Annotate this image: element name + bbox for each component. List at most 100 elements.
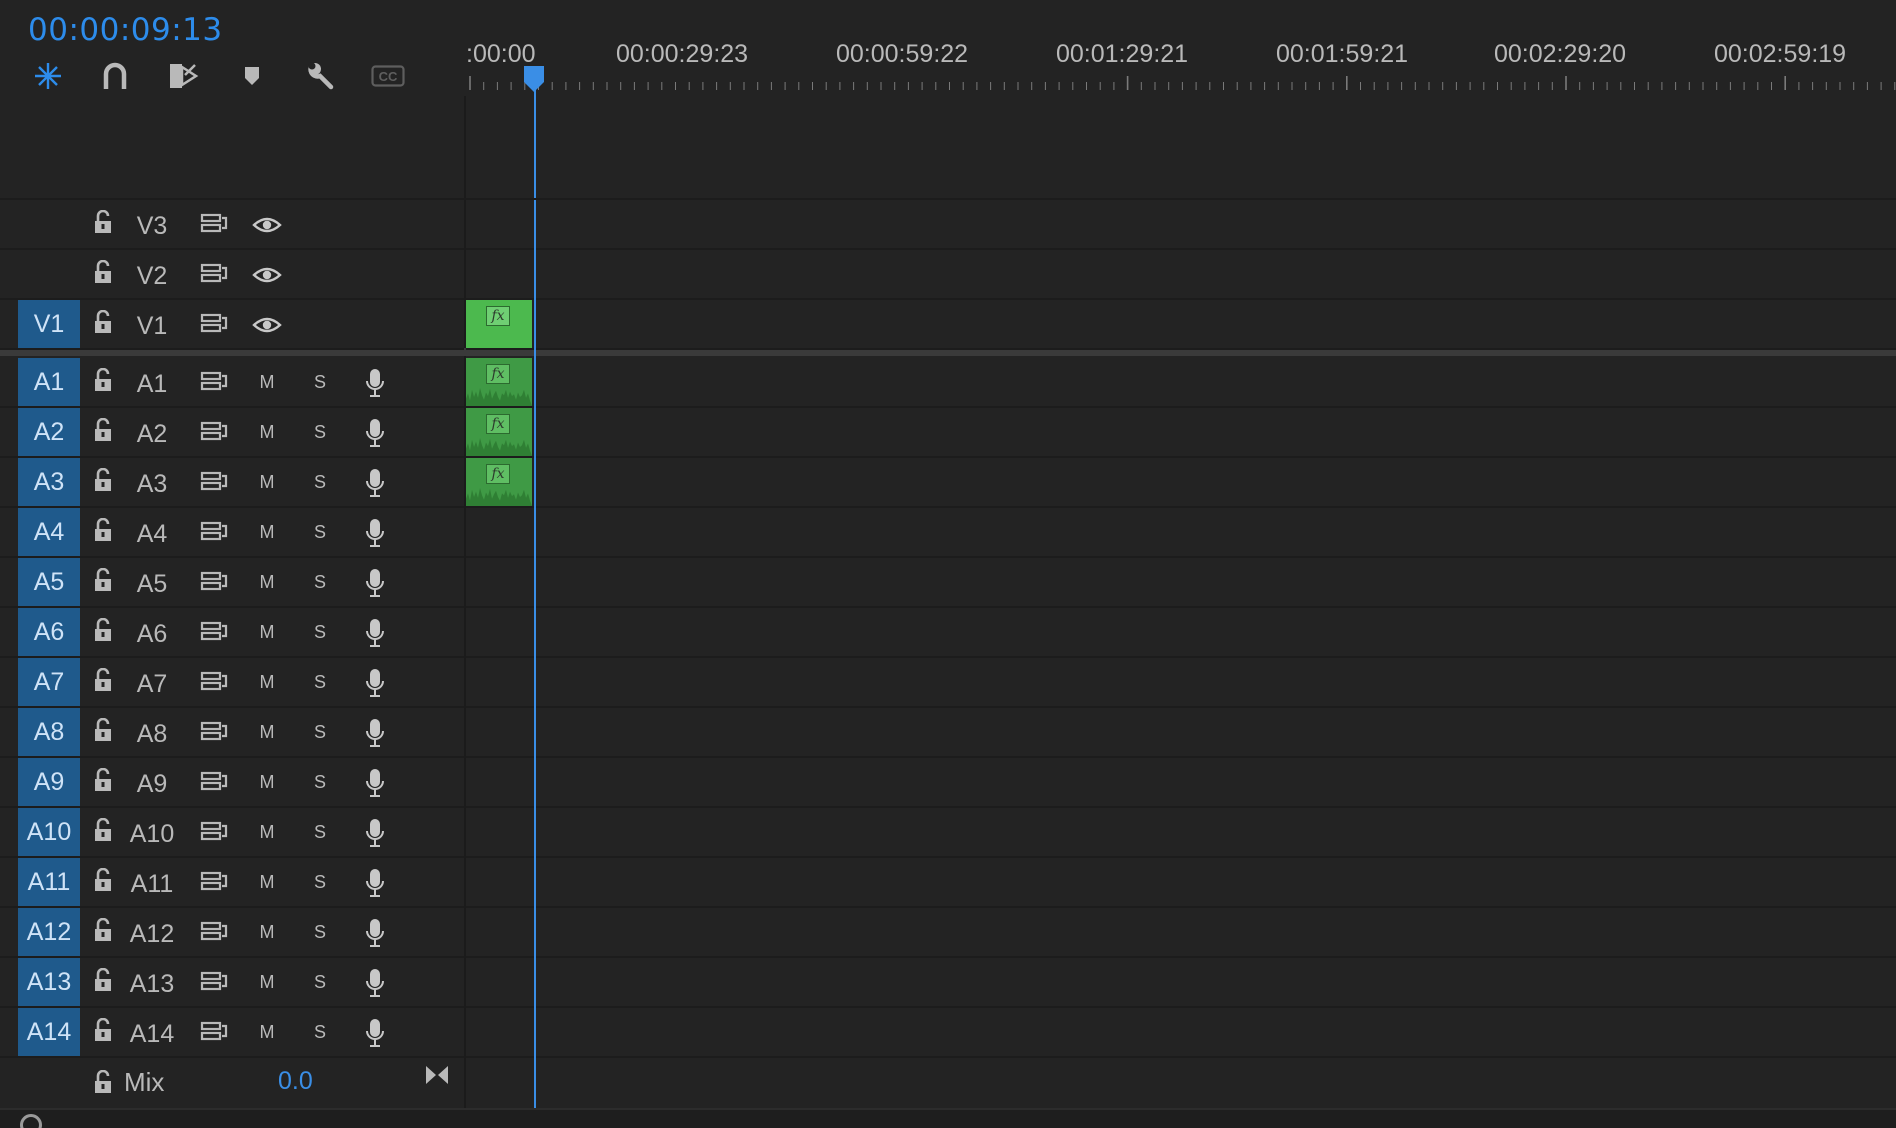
track-lane-a6[interactable]: [466, 608, 1896, 658]
microphone-icon[interactable]: [364, 418, 386, 448]
solo-button[interactable]: S: [308, 422, 332, 443]
solo-button[interactable]: S: [308, 472, 332, 493]
sync-lock-icon[interactable]: [200, 570, 228, 592]
microphone-icon[interactable]: [364, 968, 386, 998]
source-patch-a5[interactable]: A5: [18, 558, 80, 606]
sync-lock-icon[interactable]: [200, 820, 228, 842]
sync-lock-icon[interactable]: [200, 970, 228, 992]
microphone-icon[interactable]: [364, 568, 386, 598]
sync-lock-icon[interactable]: [200, 770, 228, 792]
mute-button[interactable]: M: [255, 672, 279, 693]
mute-button[interactable]: M: [255, 972, 279, 993]
source-patch-a12[interactable]: A12: [18, 908, 80, 956]
track-lane-a10[interactable]: [466, 808, 1896, 858]
mute-button[interactable]: M: [255, 722, 279, 743]
eye-icon[interactable]: [252, 215, 282, 235]
solo-button[interactable]: S: [308, 972, 332, 993]
mute-button[interactable]: M: [255, 572, 279, 593]
solo-button[interactable]: S: [308, 522, 332, 543]
sync-lock-icon[interactable]: [200, 720, 228, 742]
mix-volume-value[interactable]: 0.0: [278, 1067, 313, 1096]
snap-icon[interactable]: [95, 58, 135, 94]
lock-icon[interactable]: [92, 367, 114, 394]
source-patch-a8[interactable]: A8: [18, 708, 80, 756]
microphone-icon[interactable]: [364, 1018, 386, 1048]
lock-icon[interactable]: [92, 1017, 114, 1044]
lock-icon[interactable]: [92, 617, 114, 644]
sync-lock-icon[interactable]: [200, 1020, 228, 1042]
add-marker-icon[interactable]: [232, 58, 272, 94]
track-lane-v2[interactable]: [466, 250, 1896, 300]
playhead-handle[interactable]: [522, 64, 546, 94]
source-patch-a7[interactable]: A7: [18, 658, 80, 706]
source-patch-a2[interactable]: A2: [18, 408, 80, 456]
lock-icon[interactable]: [92, 467, 114, 494]
track-lane-a8[interactable]: [466, 708, 1896, 758]
lock-icon[interactable]: [92, 517, 114, 544]
zoom-scrollbar[interactable]: [0, 1108, 1896, 1128]
microphone-icon[interactable]: [364, 368, 386, 398]
panner-icon[interactable]: [424, 1064, 450, 1086]
microphone-icon[interactable]: [364, 668, 386, 698]
lock-icon[interactable]: [92, 209, 114, 236]
solo-button[interactable]: S: [308, 722, 332, 743]
source-patch-a9[interactable]: A9: [18, 758, 80, 806]
sync-lock-icon[interactable]: [200, 520, 228, 542]
source-patch-v1[interactable]: V1: [18, 300, 80, 348]
lock-icon[interactable]: [92, 767, 114, 794]
track-lane-a5[interactable]: [466, 558, 1896, 608]
sync-lock-icon[interactable]: [200, 870, 228, 892]
insert-overwrite-icon[interactable]: [28, 58, 68, 94]
audio-clip[interactable]: fx: [466, 458, 532, 506]
source-patch-a14[interactable]: A14: [18, 1008, 80, 1056]
mute-button[interactable]: M: [255, 422, 279, 443]
solo-button[interactable]: S: [308, 872, 332, 893]
source-patch-a4[interactable]: A4: [18, 508, 80, 556]
mute-button[interactable]: M: [255, 522, 279, 543]
lock-icon[interactable]: [92, 417, 114, 444]
lock-icon[interactable]: [92, 309, 114, 336]
track-lane-a12[interactable]: [466, 908, 1896, 958]
linked-selection-icon[interactable]: [164, 58, 204, 94]
track-lane-a14[interactable]: [466, 1008, 1896, 1058]
sync-lock-icon[interactable]: [200, 920, 228, 942]
playhead-timecode[interactable]: 00:00:09:13: [28, 12, 223, 48]
lock-icon[interactable]: [92, 1069, 114, 1096]
track-lane-a4[interactable]: [466, 508, 1896, 558]
time-ruler[interactable]: :00:00 00:00:29:23 00:00:59:22 00:01:29:…: [466, 0, 1896, 96]
track-lane-a7[interactable]: [466, 658, 1896, 708]
video-clip[interactable]: fx: [466, 300, 532, 348]
mute-button[interactable]: M: [255, 622, 279, 643]
microphone-icon[interactable]: [364, 618, 386, 648]
eye-icon[interactable]: [252, 265, 282, 285]
mute-button[interactable]: M: [255, 922, 279, 943]
sync-lock-icon[interactable]: [200, 370, 228, 392]
lock-icon[interactable]: [92, 867, 114, 894]
mute-button[interactable]: M: [255, 822, 279, 843]
microphone-icon[interactable]: [364, 918, 386, 948]
solo-button[interactable]: S: [308, 572, 332, 593]
track-lane-a1[interactable]: fx: [466, 358, 1896, 408]
microphone-icon[interactable]: [364, 768, 386, 798]
captions-icon[interactable]: CC: [368, 58, 408, 94]
audio-clip[interactable]: fx: [466, 408, 532, 456]
timeline-settings-icon[interactable]: [300, 58, 340, 94]
eye-icon[interactable]: [252, 315, 282, 335]
track-lane-a9[interactable]: [466, 758, 1896, 808]
track-lane-v1[interactable]: fx: [466, 300, 1896, 350]
track-lane-a11[interactable]: [466, 858, 1896, 908]
lock-icon[interactable]: [92, 567, 114, 594]
lock-icon[interactable]: [92, 667, 114, 694]
mute-button[interactable]: M: [255, 872, 279, 893]
source-patch-a11[interactable]: A11: [18, 858, 80, 906]
mute-button[interactable]: M: [255, 372, 279, 393]
track-lane-a2[interactable]: fx: [466, 408, 1896, 458]
microphone-icon[interactable]: [364, 868, 386, 898]
solo-button[interactable]: S: [308, 922, 332, 943]
solo-button[interactable]: S: [308, 372, 332, 393]
solo-button[interactable]: S: [308, 772, 332, 793]
microphone-icon[interactable]: [364, 468, 386, 498]
lock-icon[interactable]: [92, 817, 114, 844]
audio-clip[interactable]: fx: [466, 358, 532, 406]
mute-button[interactable]: M: [255, 772, 279, 793]
